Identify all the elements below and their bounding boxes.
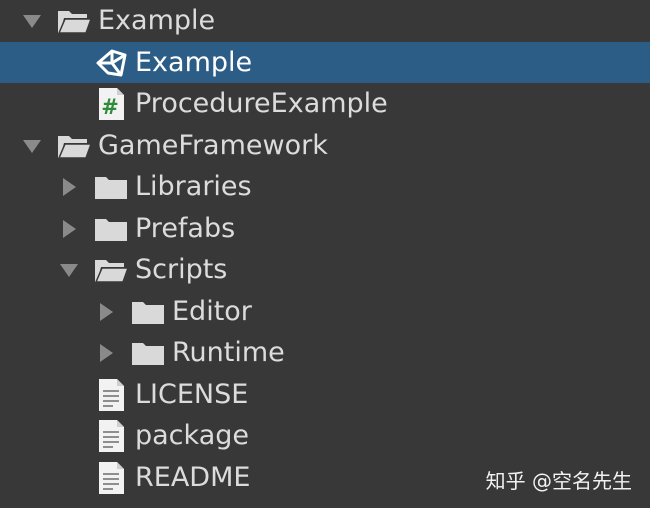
tree-item-label: ProcedureExample — [135, 88, 388, 119]
tree-item-1[interactable]: Example — [0, 41, 650, 83]
tree-item-10[interactable]: package — [0, 415, 650, 457]
tree-item-label: README — [135, 461, 251, 493]
expand-arrow-icon[interactable] — [22, 11, 42, 31]
tree-item-label: package — [135, 420, 249, 451]
tree-item-4[interactable]: Libraries — [0, 166, 650, 208]
tree-item-5[interactable]: Prefabs — [0, 208, 650, 250]
folder-icon — [93, 171, 129, 203]
collapse-arrow-icon[interactable] — [96, 343, 116, 363]
unity-scene-icon — [93, 47, 129, 79]
tree-item-2[interactable]: # ProcedureExample — [0, 83, 650, 125]
tree-item-7[interactable]: Editor — [0, 291, 650, 333]
tree-item-label: LICENSE — [135, 378, 249, 410]
text-file-icon — [93, 461, 129, 494]
folder-open-icon — [93, 254, 129, 286]
collapse-arrow-icon[interactable] — [59, 177, 79, 197]
tree-item-label: Example — [135, 46, 253, 78]
folder-icon — [130, 296, 166, 328]
tree-item-9[interactable]: LICENSE — [0, 374, 650, 416]
project-tree: Example Example # ProcedureExample GameFrame… — [0, 0, 650, 498]
tree-item-label: Example — [98, 5, 216, 36]
collapse-arrow-icon[interactable] — [96, 302, 116, 322]
folder-open-icon — [56, 130, 92, 162]
tree-item-label: Runtime — [172, 337, 285, 368]
collapse-arrow-icon[interactable] — [59, 219, 79, 239]
csharp-script-icon: # — [93, 88, 129, 120]
tree-item-3[interactable]: GameFramework — [0, 125, 650, 167]
text-file-icon — [93, 378, 129, 411]
text-file-icon — [93, 420, 129, 452]
tree-item-6[interactable]: Scripts — [0, 249, 650, 291]
folder-icon — [93, 213, 129, 245]
tree-item-label: GameFramework — [98, 129, 328, 161]
tree-item-label: Editor — [172, 295, 252, 327]
expand-arrow-icon[interactable] — [22, 136, 42, 156]
folder-open-icon — [56, 5, 92, 37]
svg-text:#: # — [101, 95, 119, 119]
tree-item-label: Prefabs — [135, 212, 236, 244]
folder-icon — [130, 337, 166, 369]
tree-item-label: Scripts — [135, 254, 228, 285]
tree-item-0[interactable]: Example — [0, 0, 650, 42]
expand-arrow-icon[interactable] — [59, 260, 79, 280]
tree-item-label: Libraries — [135, 171, 252, 202]
tree-item-8[interactable]: Runtime — [0, 332, 650, 374]
watermark: 知乎 @空名先生 — [485, 469, 632, 493]
